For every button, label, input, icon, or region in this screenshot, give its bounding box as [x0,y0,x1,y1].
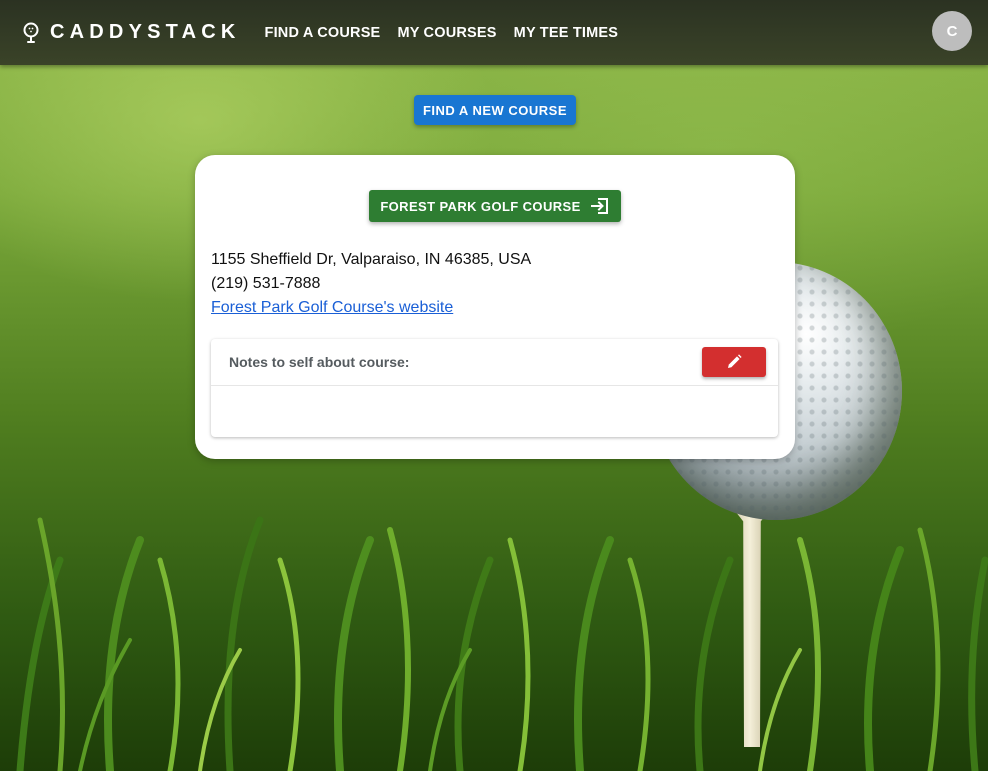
find-new-course-button[interactable]: FIND A NEW COURSE [414,95,576,125]
page: CADDYSTACK FIND A COURSE MY COURSES MY T… [0,0,988,771]
course-card: FOREST PARK GOLF COURSE 1155 Sheffield D… [195,155,795,459]
user-avatar[interactable]: C [932,11,972,51]
main-nav: FIND A COURSE MY COURSES MY TEE TIMES [265,25,636,41]
course-website-link[interactable]: Forest Park Golf Course's website [211,299,453,316]
notes-title: Notes to self about course: [229,354,410,370]
enter-icon [590,198,608,214]
course-name-label: FOREST PARK GOLF COURSE [380,198,581,214]
course-address: 1155 Sheffield Dr, Valparaiso, IN 46385,… [211,251,532,268]
top-nav-bar: CADDYSTACK FIND A COURSE MY COURSES MY T… [0,0,988,65]
nav-my-courses[interactable]: MY COURSES [397,25,496,41]
notes-header: Notes to self about course: [211,339,778,386]
nav-find-a-course[interactable]: FIND A COURSE [265,25,381,41]
edit-notes-button[interactable] [702,347,766,377]
brand-name: CADDYSTACK [50,21,241,43]
course-phone: (219) 531-7888 [211,275,321,292]
brand-logo[interactable]: CADDYSTACK [22,21,241,44]
nav-my-tee-times[interactable]: MY TEE TIMES [514,25,618,41]
golf-pin-icon [23,22,39,43]
course-info: 1155 Sheffield Dr, Valparaiso, IN 46385,… [211,248,531,320]
course-name-button[interactable]: FOREST PARK GOLF COURSE [369,190,621,222]
notes-panel: Notes to self about course: [211,339,778,437]
tee [732,507,772,747]
pencil-icon [728,354,742,368]
